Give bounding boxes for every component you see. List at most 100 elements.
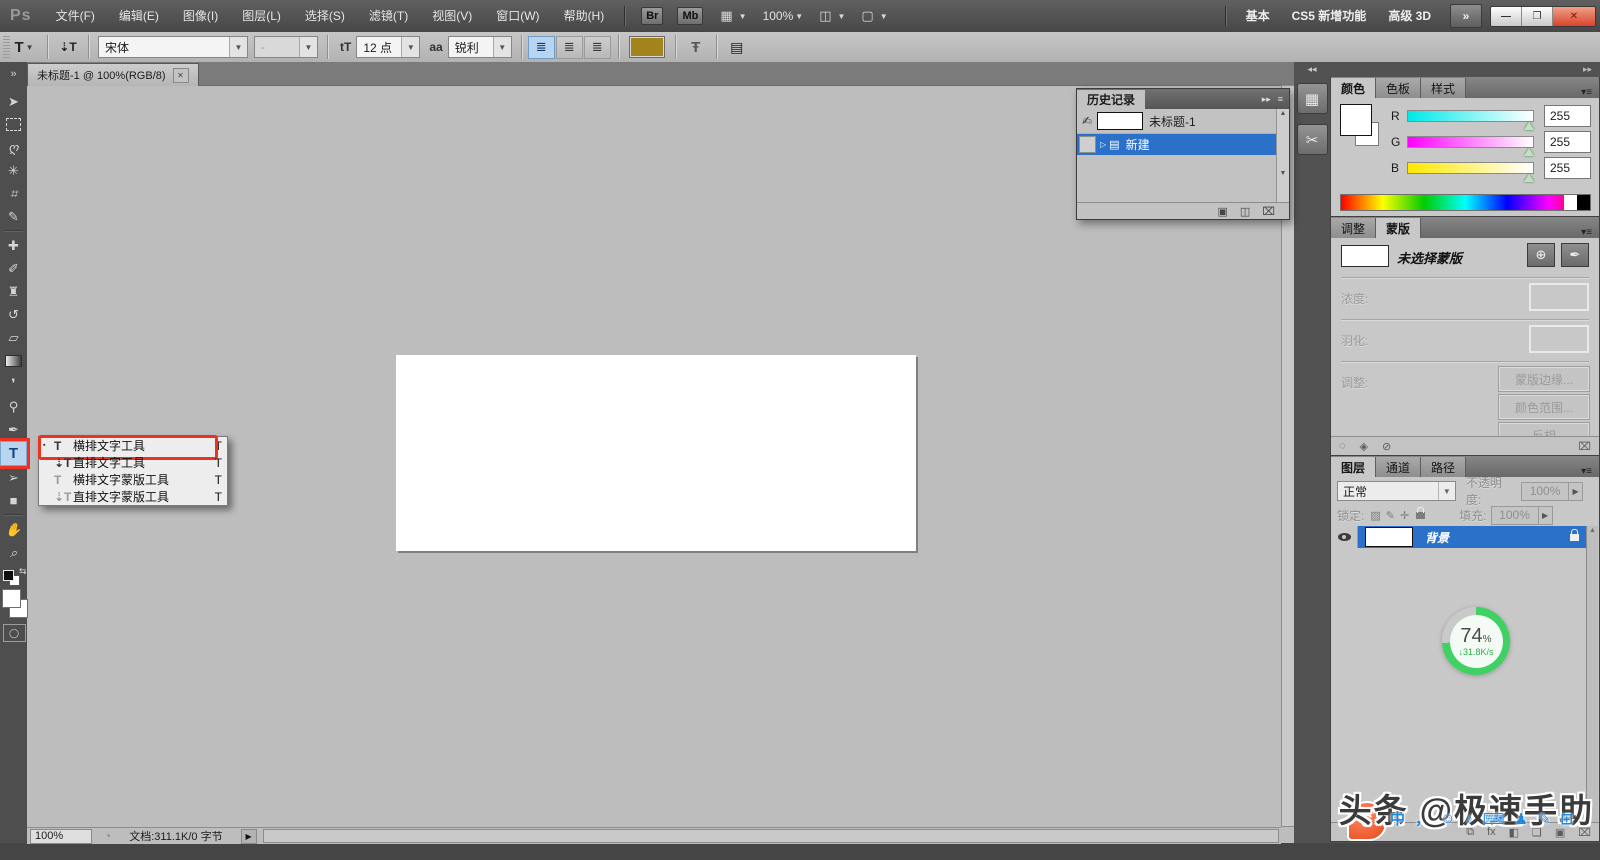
foreground-color-swatch[interactable] — [1340, 104, 1372, 136]
text-orientation-button[interactable]: ⇣T — [54, 35, 82, 59]
brush-tool[interactable]: ✐ — [1, 257, 26, 280]
document-canvas[interactable] — [396, 355, 916, 551]
ime-account-icon[interactable]: ♟ — [1515, 810, 1528, 828]
default-colors-icon[interactable] — [3, 570, 14, 581]
eraser-tool[interactable]: ▱ — [1, 326, 26, 349]
chevron-down-icon[interactable]: ▼ — [880, 12, 888, 21]
tab-styles[interactable]: 样式 — [1421, 78, 1466, 98]
layer-name[interactable]: 背景 — [1425, 529, 1449, 546]
new-document-from-state-icon[interactable]: ▣ — [1218, 205, 1228, 218]
arrange-documents-icon[interactable]: ◫ — [819, 8, 831, 24]
chevron-down-icon[interactable]: ▼ — [739, 12, 747, 21]
lock-all-icon[interactable] — [1416, 512, 1425, 519]
collapsed-panel-button-1[interactable]: ▦ — [1297, 83, 1328, 114]
quick-mask-button[interactable]: ◯ — [3, 624, 26, 642]
ime-emoji-icon[interactable]: ☺ — [1440, 810, 1455, 827]
rectangular-marquee-tool[interactable] — [1, 113, 26, 136]
bridge-button[interactable]: Br — [641, 7, 663, 25]
status-expand-arrow[interactable]: ▶ — [241, 829, 257, 844]
tab-masks[interactable]: 蒙版 — [1376, 218, 1421, 238]
menu-filter[interactable]: 滤镜(T) — [357, 0, 420, 32]
green-slider[interactable] — [1407, 136, 1534, 148]
menu-item-vertical-type-tool[interactable]: ⇣T 直排文字工具 T — [39, 454, 227, 471]
collapsed-panel-button-2[interactable]: ✂ — [1297, 124, 1328, 155]
background-layer-row[interactable]: 背景 — [1332, 526, 1587, 548]
black-swatch[interactable] — [1577, 195, 1590, 210]
tab-paths[interactable]: 路径 — [1421, 457, 1466, 477]
ime-chinese-mode-icon[interactable]: 中 — [1390, 808, 1405, 829]
slider-thumb[interactable] — [1524, 174, 1534, 182]
menu-help[interactable]: 帮助(H) — [552, 0, 617, 32]
canvas-horizontal-scrollbar[interactable] — [263, 829, 1279, 843]
scroll-up-icon[interactable]: ▲ — [1589, 527, 1596, 534]
blur-tool[interactable]: ❜ — [1, 372, 26, 395]
ime-pen-icon[interactable]: ✎ — [1538, 810, 1551, 828]
foreground-color-swatch[interactable] — [2, 589, 21, 608]
ime-grid-icon[interactable]: ⊞ — [1561, 810, 1574, 828]
panel-menu-icon[interactable]: ▾≡ — [1574, 466, 1599, 477]
workspace-advanced-3d[interactable]: 高级 3D — [1377, 0, 1442, 32]
new-snapshot-icon[interactable]: ◫ — [1240, 205, 1250, 218]
history-brush-source-icon[interactable]: ✍ — [1077, 114, 1097, 128]
menu-view[interactable]: 视图(V) — [420, 0, 484, 32]
history-panel-titlebar[interactable]: 历史记录 ▸▸ ≡ — [1077, 89, 1289, 109]
history-brush-tool[interactable]: ↺ — [1, 303, 26, 326]
opacity-slider-arrow[interactable]: ▶ — [1569, 482, 1583, 501]
chevron-down-icon[interactable]: ▼ — [838, 12, 846, 21]
color-spectrum-ramp[interactable] — [1340, 194, 1591, 211]
red-value-field[interactable]: 255 — [1544, 105, 1591, 127]
layers-scrollbar[interactable]: ▲ — [1586, 526, 1598, 823]
align-left-button[interactable]: ≣ — [528, 36, 555, 59]
menu-item-horizontal-type-mask-tool[interactable]: T 横排文字蒙版工具 T — [39, 471, 227, 488]
align-right-button[interactable]: ≣ — [584, 36, 611, 59]
tab-layers[interactable]: 图层 — [1331, 457, 1376, 477]
collapse-dock-chevron[interactable]: ▸▸ — [1583, 64, 1592, 75]
panel-menu-icon[interactable]: ≡ — [1278, 94, 1283, 105]
document-tab[interactable]: 未标题-1 @ 100%(RGB/8) ✕ — [27, 63, 199, 86]
workspace-cs5-new[interactable]: CS5 新增功能 — [1281, 0, 1378, 32]
toolbox-collapse-chevron[interactable]: » — [0, 62, 27, 85]
rectangle-shape-tool[interactable]: ■ — [1, 489, 26, 512]
swap-colors-icon[interactable]: ⇆ — [19, 566, 27, 577]
menu-item-vertical-type-mask-tool[interactable]: ⇣T 直排文字蒙版工具 T — [39, 488, 227, 505]
crop-tool[interactable]: ⌗ — [1, 182, 26, 205]
close-button[interactable]: ✕ — [1553, 7, 1595, 26]
menu-layer[interactable]: 图层(L) — [230, 0, 293, 32]
font-style-select[interactable]: - ▼ — [254, 36, 318, 58]
apply-mask-icon[interactable]: ◈ — [1360, 440, 1368, 453]
font-size-select[interactable]: 12 点 ▼ — [356, 36, 420, 58]
blend-mode-select[interactable]: 正常 ▼ — [1337, 481, 1456, 501]
expand-dock-chevron[interactable]: ◂◂ — [1294, 62, 1330, 77]
blue-slider[interactable] — [1407, 162, 1534, 174]
tab-swatches[interactable]: 色板 — [1376, 78, 1421, 98]
add-pixel-mask-button[interactable]: ⊕ — [1527, 243, 1555, 267]
menu-item-horizontal-type-tool[interactable]: ▪ T 横排文字工具 T — [39, 437, 227, 454]
path-selection-tool[interactable]: ➢ — [1, 466, 26, 489]
fill-slider-arrow[interactable]: ▶ — [1539, 506, 1553, 525]
add-vector-mask-button[interactable]: ✒ — [1561, 243, 1589, 267]
eyedropper-tool[interactable]: ✎ — [1, 205, 26, 228]
anti-alias-select[interactable]: 锐利 ▼ — [448, 36, 512, 58]
workspace-essentials[interactable]: 基本 — [1235, 0, 1281, 32]
ime-punctuation-icon[interactable]: ， — [1415, 808, 1430, 829]
scroll-down-icon[interactable]: ▼ — [1280, 170, 1287, 177]
layer-visibility-cell[interactable] — [1332, 526, 1358, 548]
delete-state-icon[interactable]: ⌧ — [1262, 205, 1275, 218]
menu-select[interactable]: 选择(S) — [293, 0, 357, 32]
warp-text-button[interactable]: Ŧ — [682, 35, 710, 59]
restore-button[interactable]: ❐ — [1522, 7, 1553, 26]
text-color-swatch[interactable] — [629, 36, 665, 58]
white-swatch[interactable] — [1564, 195, 1577, 210]
layer-thumbnail[interactable] — [1365, 527, 1413, 547]
lock-position-icon[interactable]: ✛ — [1400, 509, 1409, 522]
history-snapshot-row[interactable]: ✍ 未标题-1 — [1077, 109, 1277, 134]
zoom-level-dropdown[interactable]: 100% — [763, 9, 794, 23]
history-scrollbar[interactable]: ▲ ▼ — [1276, 109, 1289, 203]
clone-stamp-tool[interactable]: ♜ — [1, 280, 26, 303]
workspace-overflow-button[interactable]: » — [1450, 4, 1482, 28]
move-tool[interactable]: ➤ — [1, 90, 26, 113]
tab-adjustments[interactable]: 调整 — [1331, 218, 1376, 238]
tab-color[interactable]: 颜色 — [1331, 78, 1376, 98]
collapse-chevrons-icon[interactable]: ▸▸ — [1262, 94, 1271, 105]
red-slider[interactable] — [1407, 110, 1534, 122]
